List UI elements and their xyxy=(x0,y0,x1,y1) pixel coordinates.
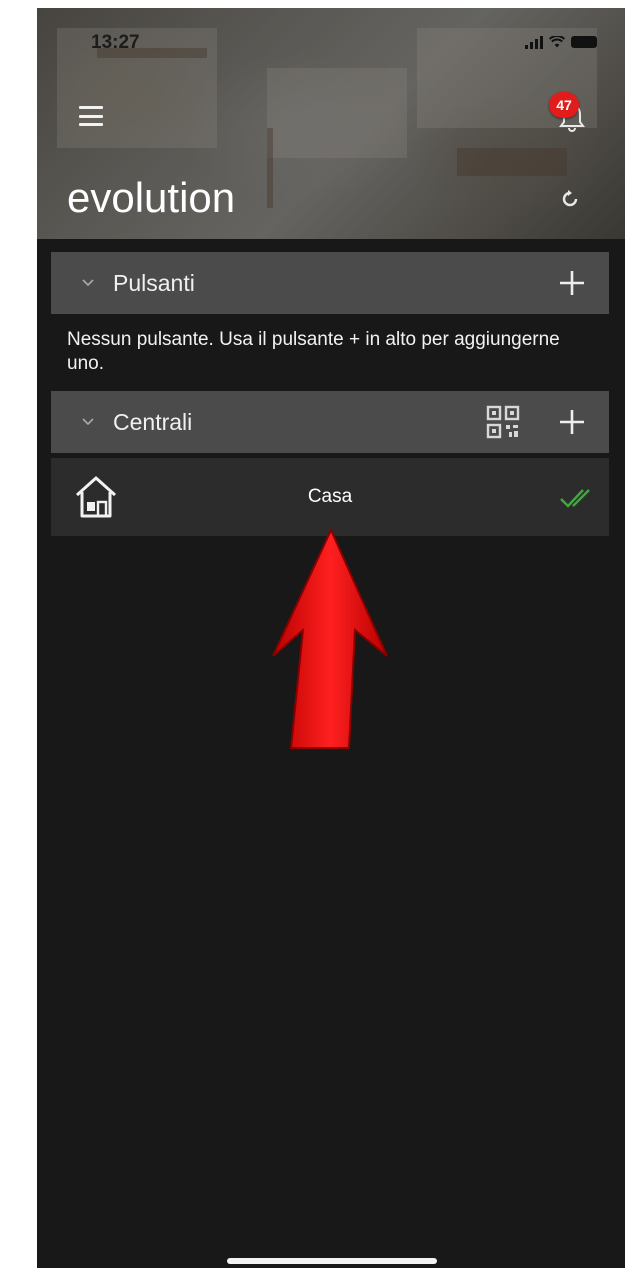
chevron-down-icon xyxy=(82,279,94,287)
page-title: evolution xyxy=(67,174,236,221)
notifications-button[interactable]: 47 xyxy=(547,92,595,140)
signal-icon xyxy=(525,35,543,49)
status-icons xyxy=(525,35,597,49)
annotation-arrow xyxy=(272,527,388,749)
battery-icon xyxy=(571,36,597,48)
notification-badge: 47 xyxy=(549,92,579,118)
section-buttons-label: Pulsanti xyxy=(113,269,195,296)
section-panels-label: Centrali xyxy=(113,408,193,435)
add-button-plus-icon[interactable] xyxy=(555,266,589,300)
phone-screen: 13:27 47 evolution Pulsanti Nessun pulsa… xyxy=(37,8,625,1268)
refresh-icon[interactable] xyxy=(559,188,581,210)
hamburger-menu-icon[interactable] xyxy=(79,106,103,126)
section-panels-header[interactable]: Centrali xyxy=(51,391,609,453)
double-check-icon xyxy=(560,489,590,508)
status-time: 13:27 xyxy=(91,32,140,53)
wifi-icon xyxy=(549,36,565,48)
empty-buttons-message: Nessun pulsante. Usa il pulsante + in al… xyxy=(67,329,560,374)
panel-name: Casa xyxy=(307,486,353,507)
section-buttons-header[interactable]: Pulsanti xyxy=(51,252,609,314)
home-indicator[interactable] xyxy=(227,1258,437,1264)
add-panel-plus-icon[interactable] xyxy=(555,405,589,439)
qr-code-icon[interactable] xyxy=(485,404,521,440)
chevron-down-icon xyxy=(82,418,94,426)
